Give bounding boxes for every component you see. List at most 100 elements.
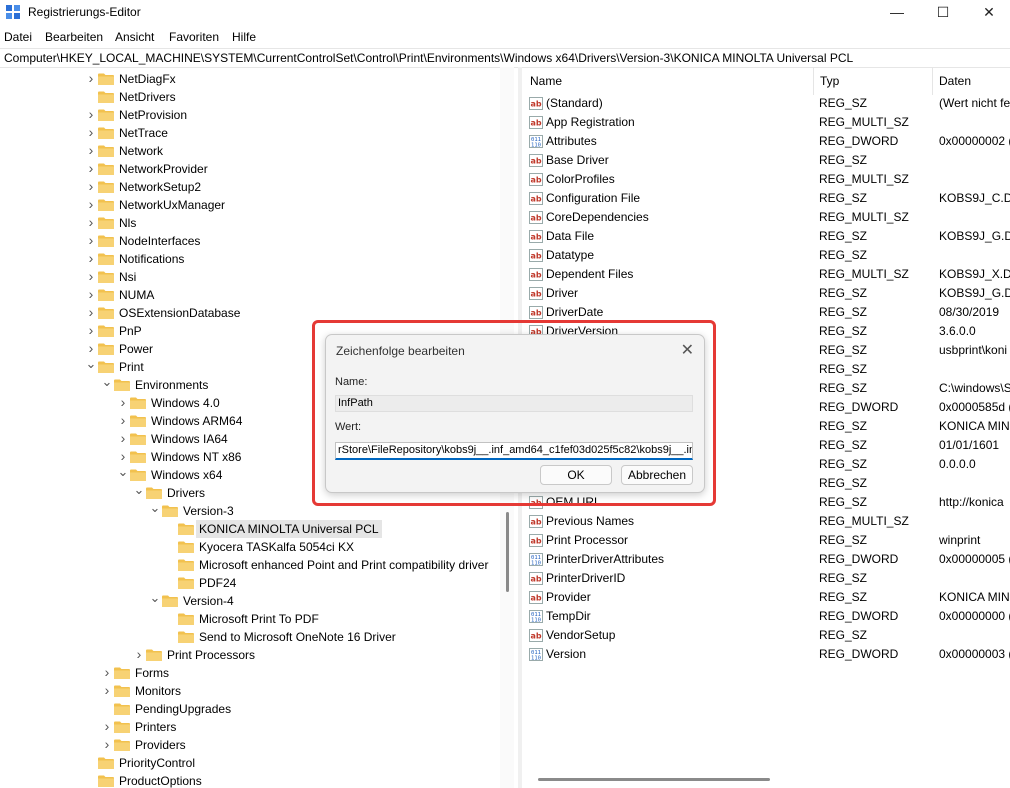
tree-item[interactable]: ⌄ Version-3 — [0, 501, 500, 520]
tree-item[interactable]: › NetworkProvider — [0, 160, 500, 178]
value-input[interactable]: rStore\FileRepository\kobs9j__.inf_amd64… — [335, 442, 693, 460]
tree-item[interactable]: › NUMA — [0, 286, 500, 304]
menu-favoriten[interactable]: Favoriten — [169, 30, 219, 44]
menu-hilfe[interactable]: Hilfe — [232, 30, 256, 44]
ok-button[interactable]: OK — [540, 465, 612, 485]
tree-item[interactable]: Microsoft enhanced Point and Print compa… — [0, 556, 500, 574]
value-row[interactable]: 011110Attributes REG_DWORD 0x00000002 (2 — [523, 132, 1010, 151]
maximize-button[interactable]: ☐ — [920, 0, 966, 26]
chevron-right-icon[interactable]: › — [85, 250, 97, 268]
tree-item[interactable]: › Notifications — [0, 250, 500, 268]
menu-bearbeiten[interactable]: Bearbeiten — [45, 30, 103, 44]
tree-item[interactable]: › Nsi — [0, 268, 500, 286]
chevron-down-icon[interactable]: ⌄ — [149, 591, 161, 610]
value-row[interactable]: ab App Registration REG_MULTI_SZ — [523, 113, 1010, 132]
tree-item[interactable]: › Network — [0, 142, 500, 160]
tree-item[interactable]: ⌄ Version-4 — [0, 591, 500, 610]
value-row[interactable]: ab VendorSetup REG_SZ — [523, 626, 1010, 645]
cancel-button[interactable]: Abbrechen — [621, 465, 693, 485]
column-type[interactable]: Typ — [820, 74, 839, 88]
value-row[interactable]: ab DriverDate REG_SZ 08/30/2019 — [523, 303, 1010, 322]
tree-item[interactable]: › Providers — [0, 736, 500, 754]
chevron-right-icon[interactable]: › — [85, 124, 97, 142]
tree-item[interactable]: › Nls — [0, 214, 500, 232]
chevron-right-icon[interactable]: › — [85, 214, 97, 232]
value-row[interactable]: 011110Version REG_DWORD 0x00000003 (3 — [523, 645, 1010, 664]
value-row[interactable]: 011 110 PrinterDriverAttributes REG_DWORD 0x… — [523, 550, 1010, 569]
chevron-right-icon[interactable]: › — [85, 142, 97, 160]
chevron-down-icon[interactable]: ⌄ — [101, 375, 113, 394]
tree-item[interactable]: PDF24 — [0, 574, 500, 592]
tree-item[interactable]: › OSExtensionDatabase — [0, 304, 500, 322]
chevron-right-icon[interactable]: › — [85, 304, 97, 322]
value-row[interactable]: ab Previous Names REG_MULTI_SZ — [523, 512, 1010, 531]
tree-item[interactable]: › NetProvision — [0, 106, 500, 124]
tree-item[interactable]: Microsoft Print To PDF — [0, 610, 500, 628]
list-horizontal-scrollbar[interactable] — [538, 778, 770, 781]
chevron-right-icon[interactable]: › — [85, 178, 97, 196]
chevron-right-icon[interactable]: › — [85, 70, 97, 88]
tree-item[interactable]: ProductOptions — [0, 772, 500, 788]
chevron-right-icon[interactable]: › — [101, 718, 113, 736]
menu-datei[interactable]: Datei — [4, 30, 32, 44]
chevron-right-icon[interactable]: › — [85, 268, 97, 286]
tree-item[interactable]: › NetTrace — [0, 124, 500, 142]
tree-item[interactable]: NetDrivers — [0, 88, 500, 106]
tree-item[interactable]: › Forms — [0, 664, 500, 682]
tree-item[interactable]: › NetDiagFx — [0, 70, 500, 88]
tree-item[interactable]: › Print Processors — [0, 646, 500, 664]
tree-item[interactable]: › Printers — [0, 718, 500, 736]
value-row[interactable]: ab Print Processor REG_SZ winprint — [523, 531, 1010, 550]
address-path[interactable]: Computer\HKEY_LOCAL_MACHINE\SYSTEM\Curre… — [4, 51, 853, 65]
tree-item[interactable]: Kyocera TASKalfa 5054ci KX — [0, 538, 500, 556]
column-data[interactable]: Daten — [939, 74, 971, 88]
chevron-down-icon[interactable]: ⌄ — [117, 465, 129, 484]
address-bar[interactable]: Computer\HKEY_LOCAL_MACHINE\SYSTEM\Curre… — [0, 48, 1010, 68]
chevron-right-icon[interactable]: › — [85, 322, 97, 340]
chevron-right-icon[interactable]: › — [85, 232, 97, 250]
tree-item[interactable]: › NodeInterfaces — [0, 232, 500, 250]
tree-item[interactable]: PendingUpgrades — [0, 700, 500, 718]
value-row[interactable]: ab CoreDependencies REG_MULTI_SZ — [523, 208, 1010, 227]
chevron-right-icon[interactable]: › — [101, 682, 113, 700]
value-row[interactable]: ab (Standard) REG_SZ (Wert nicht fe — [523, 94, 1010, 113]
chevron-down-icon[interactable]: ⌄ — [133, 483, 145, 502]
column-divider[interactable] — [813, 67, 814, 95]
chevron-down-icon[interactable]: ⌄ — [149, 501, 161, 520]
value-row[interactable]: ab Provider REG_SZ KONICA MINO — [523, 588, 1010, 607]
chevron-right-icon[interactable]: › — [85, 196, 97, 214]
dialog-close-icon[interactable]: ✕ — [681, 340, 694, 360]
tree-item[interactable]: › Monitors — [0, 682, 500, 700]
value-row[interactable]: ab PrinterDriverID REG_SZ — [523, 569, 1010, 588]
value-row[interactable]: ab Datatype REG_SZ — [523, 246, 1010, 265]
value-row[interactable]: ab ColorProfiles REG_MULTI_SZ — [523, 170, 1010, 189]
close-button[interactable]: ✕ — [966, 0, 1010, 26]
scrollbar-thumb[interactable] — [506, 512, 509, 592]
tree-item[interactable]: KONICA MINOLTA Universal PCL — [0, 520, 500, 538]
tree-item[interactable]: Send to Microsoft OneNote 16 Driver — [0, 628, 500, 646]
chevron-right-icon[interactable]: › — [101, 664, 113, 682]
chevron-right-icon[interactable]: › — [85, 106, 97, 124]
value-row[interactable]: ab Data File REG_SZ KOBS9J_G.DLL — [523, 227, 1010, 246]
value-row[interactable]: ab Dependent Files REG_MULTI_SZ KOBS9J_X.DL… — [523, 265, 1010, 284]
value-row[interactable]: ab Base Driver REG_SZ — [523, 151, 1010, 170]
chevron-down-icon[interactable]: ⌄ — [85, 357, 97, 376]
menu-ansicht[interactable]: Ansicht — [115, 30, 154, 44]
minimize-button[interactable]: — — [874, 0, 920, 26]
value-row[interactable]: ab Configuration File REG_SZ KOBS9J_C.DLL — [523, 189, 1010, 208]
value-row[interactable]: ab OEM URL REG_SZ http://konica — [523, 493, 1010, 512]
column-divider[interactable] — [932, 67, 933, 95]
chevron-right-icon[interactable]: › — [133, 646, 145, 664]
tree-item[interactable]: › NetworkSetup2 — [0, 178, 500, 196]
chevron-right-icon[interactable]: › — [101, 736, 113, 754]
chevron-right-icon[interactable]: › — [85, 286, 97, 304]
chevron-right-icon[interactable]: › — [117, 394, 129, 412]
chevron-right-icon[interactable]: › — [117, 430, 129, 448]
value-row[interactable]: ab Driver REG_SZ KOBS9J_G.DLL — [523, 284, 1010, 303]
chevron-right-icon[interactable]: › — [117, 412, 129, 430]
column-name[interactable]: Name — [530, 74, 562, 88]
value-row[interactable]: 011110TempDir REG_DWORD 0x00000000 (0 — [523, 607, 1010, 626]
tree-item[interactable]: › NetworkUxManager — [0, 196, 500, 214]
tree-item[interactable]: PriorityControl — [0, 754, 500, 772]
chevron-right-icon[interactable]: › — [85, 160, 97, 178]
